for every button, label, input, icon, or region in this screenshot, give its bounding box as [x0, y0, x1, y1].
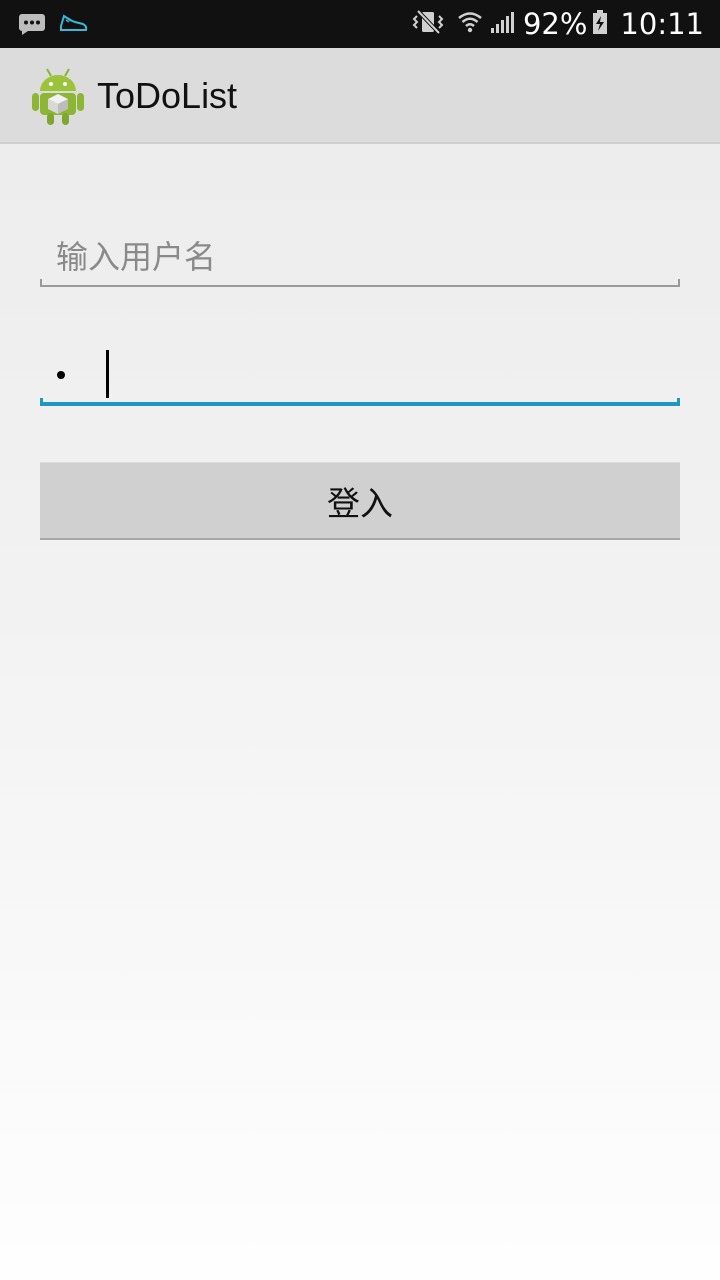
- username-input[interactable]: 输入用户名: [40, 217, 680, 287]
- password-underline-left-tick: [40, 398, 43, 406]
- shoe-notification-icon: [58, 12, 88, 38]
- action-bar: ToDoList: [0, 48, 720, 144]
- status-bar: 92% 10:11: [0, 0, 720, 48]
- signal-icon: [489, 9, 515, 39]
- login-button[interactable]: 登入: [40, 462, 680, 540]
- password-underline: [40, 402, 680, 406]
- wifi-icon: [457, 9, 483, 39]
- vibrate-mute-icon: [409, 9, 447, 39]
- password-mask-dot: [57, 371, 65, 379]
- login-button-label: 登入: [327, 483, 393, 523]
- app-title: ToDoList: [97, 75, 238, 116]
- battery-charging-icon: [592, 9, 608, 39]
- username-underline: [40, 285, 680, 287]
- android-app-icon: [30, 66, 86, 126]
- username-underline-right-tick: [678, 279, 680, 287]
- status-icons: 92% 10:11: [409, 0, 704, 48]
- username-placeholder: 输入用户名: [56, 238, 217, 276]
- battery-percent: 92%: [522, 7, 588, 41]
- clock: 10:11: [620, 7, 704, 41]
- text-cursor: [106, 350, 109, 398]
- password-underline-right-tick: [677, 398, 680, 406]
- username-underline-left-tick: [40, 279, 42, 287]
- password-input[interactable]: [40, 336, 680, 406]
- message-notification-icon: [18, 12, 46, 40]
